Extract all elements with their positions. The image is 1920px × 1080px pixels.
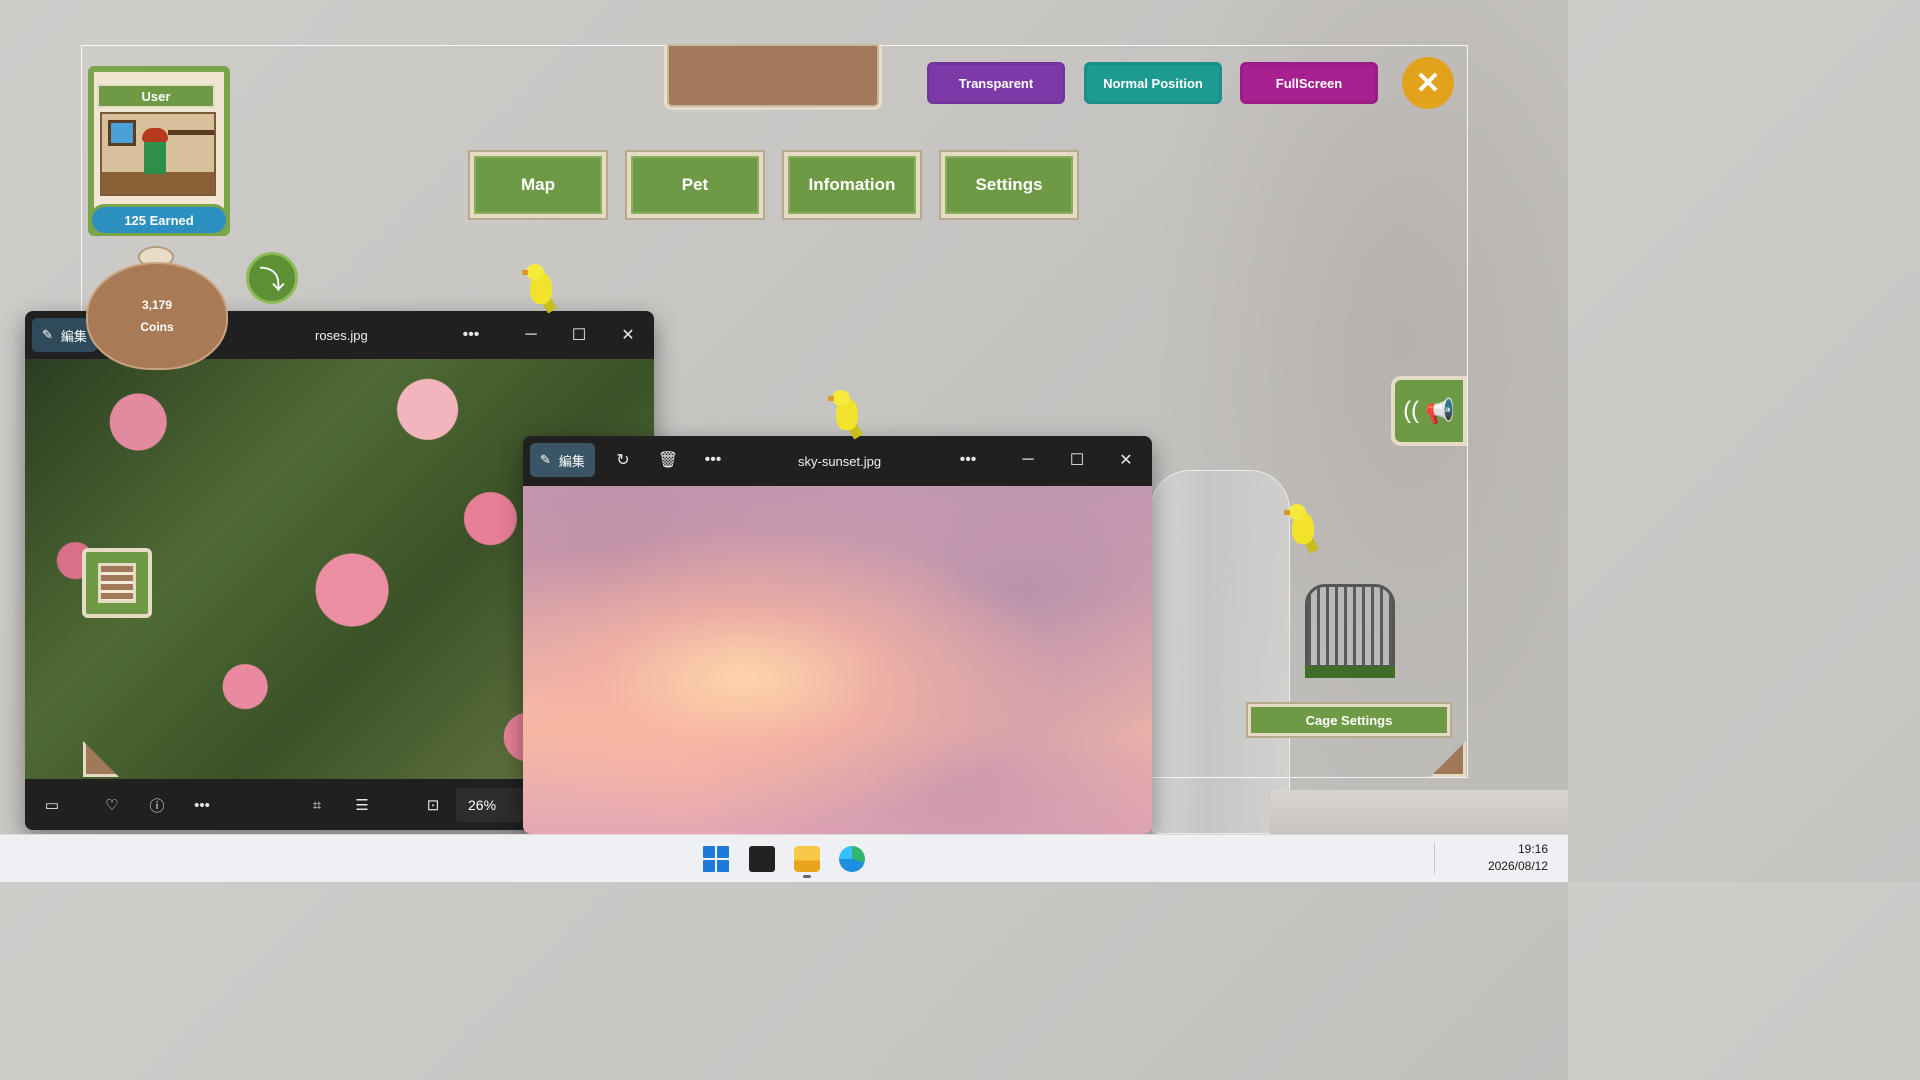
filmstrip-icon[interactable]: ▭ xyxy=(38,791,66,819)
tray-divider xyxy=(1434,842,1435,874)
sky-titlebar[interactable]: ✎ 編集 ↻ 🗑 ••• sky-sunset.jpg ••• ─ ☐ ✕ xyxy=(523,436,1152,486)
zoom-value: 26% xyxy=(468,797,497,813)
close-overlay-button[interactable]: ✕ xyxy=(1402,57,1454,109)
bird-pet[interactable] xyxy=(826,388,866,440)
bird-pet-flying[interactable] xyxy=(1282,502,1322,554)
close-window-button[interactable]: ✕ xyxy=(1110,446,1142,474)
title-plaque xyxy=(664,44,882,110)
user-card-title: User xyxy=(97,84,215,108)
favorite-heart-icon[interactable]: ♡ xyxy=(98,791,126,819)
edit-label: 編集 xyxy=(558,453,585,469)
arrow-turn-button[interactable]: ⤵ xyxy=(246,252,298,304)
close-window-button[interactable]: ✕ xyxy=(612,321,644,349)
minimize-button[interactable]: ─ xyxy=(1012,446,1044,474)
fit-to-window-icon[interactable]: ⊡ xyxy=(419,791,447,819)
more-options-icon[interactable]: ••• xyxy=(952,446,984,474)
text-recognition-icon[interactable]: ☰ xyxy=(348,791,376,819)
sky-file-name: sky-sunset.jpg xyxy=(798,453,882,469)
edit-image-icon: ✎ xyxy=(540,452,551,467)
maximize-button[interactable]: ☐ xyxy=(1061,446,1093,474)
info-icon[interactable]: ⓘ xyxy=(143,791,171,819)
active-app-indicator xyxy=(803,875,811,878)
fullscreen-button[interactable]: FullScreen xyxy=(1240,62,1378,104)
more-options-icon[interactable]: ••• xyxy=(697,446,729,474)
arrow-turn-icon: ⤵ xyxy=(258,264,285,295)
sound-waves-icon: (( xyxy=(1403,397,1420,424)
sky-sunset-photo xyxy=(523,486,1152,834)
roses-file-name: roses.jpg xyxy=(315,327,368,343)
user-avatar-scene xyxy=(100,112,216,196)
transparent-button[interactable]: Transparent xyxy=(927,62,1065,104)
cage-settings-button[interactable]: Cage Settings xyxy=(1248,704,1450,736)
coin-label: Coins xyxy=(140,320,174,334)
bird-pet[interactable] xyxy=(520,262,560,314)
clock-date[interactable]: 2026/08/12 xyxy=(1470,859,1548,873)
nav-settings-button[interactable]: Settings xyxy=(941,152,1077,218)
windows-start-icon[interactable] xyxy=(703,846,729,872)
nav-map-button[interactable]: Map xyxy=(470,152,606,218)
more-tools-icon[interactable]: ••• xyxy=(188,791,216,819)
photos-window-sky-sunset[interactable]: ✎ 編集 ↻ 🗑 ••• sky-sunset.jpg ••• ─ ☐ ✕ xyxy=(523,436,1152,834)
table-decoration xyxy=(1270,790,1568,834)
minimize-button[interactable]: ─ xyxy=(515,321,547,349)
maximize-button[interactable]: ☐ xyxy=(563,321,595,349)
sound-toggle-button[interactable]: (( 📢 xyxy=(1391,376,1467,446)
sky-edit-button[interactable]: ✎ 編集 xyxy=(530,443,595,477)
more-options-icon[interactable]: ••• xyxy=(455,321,487,349)
coin-amount: 3,179 xyxy=(141,298,173,312)
rotate-icon[interactable]: ↻ xyxy=(607,446,639,474)
visual-search-icon[interactable]: ⌗ xyxy=(303,791,331,819)
file-explorer-icon[interactable] xyxy=(794,846,820,872)
zoom-level-select[interactable]: 26% xyxy=(456,788,528,822)
close-icon: ✕ xyxy=(1415,66,1441,100)
edit-label: 編集 xyxy=(60,328,87,344)
bird-cage[interactable] xyxy=(1305,584,1395,678)
clock-time[interactable]: 19:16 xyxy=(1470,842,1548,856)
edge-browser-icon[interactable] xyxy=(839,846,865,872)
normal-position-button[interactable]: Normal Position xyxy=(1084,62,1222,104)
edit-image-icon: ✎ xyxy=(42,327,53,342)
coin-bag: 3,179 Coins xyxy=(86,262,228,370)
megaphone-icon: 📢 xyxy=(1425,397,1455,425)
task-view-icon[interactable] xyxy=(749,846,775,872)
taskbar xyxy=(0,834,1568,882)
scroll-list-button[interactable] xyxy=(82,548,152,618)
nav-pet-button[interactable]: Pet xyxy=(627,152,763,218)
delete-icon[interactable]: 🗑 xyxy=(652,446,684,474)
scroll-list-icon xyxy=(98,563,136,603)
nav-information-button[interactable]: Infomation xyxy=(784,152,920,218)
earned-badge: 125 Earned xyxy=(89,204,229,236)
